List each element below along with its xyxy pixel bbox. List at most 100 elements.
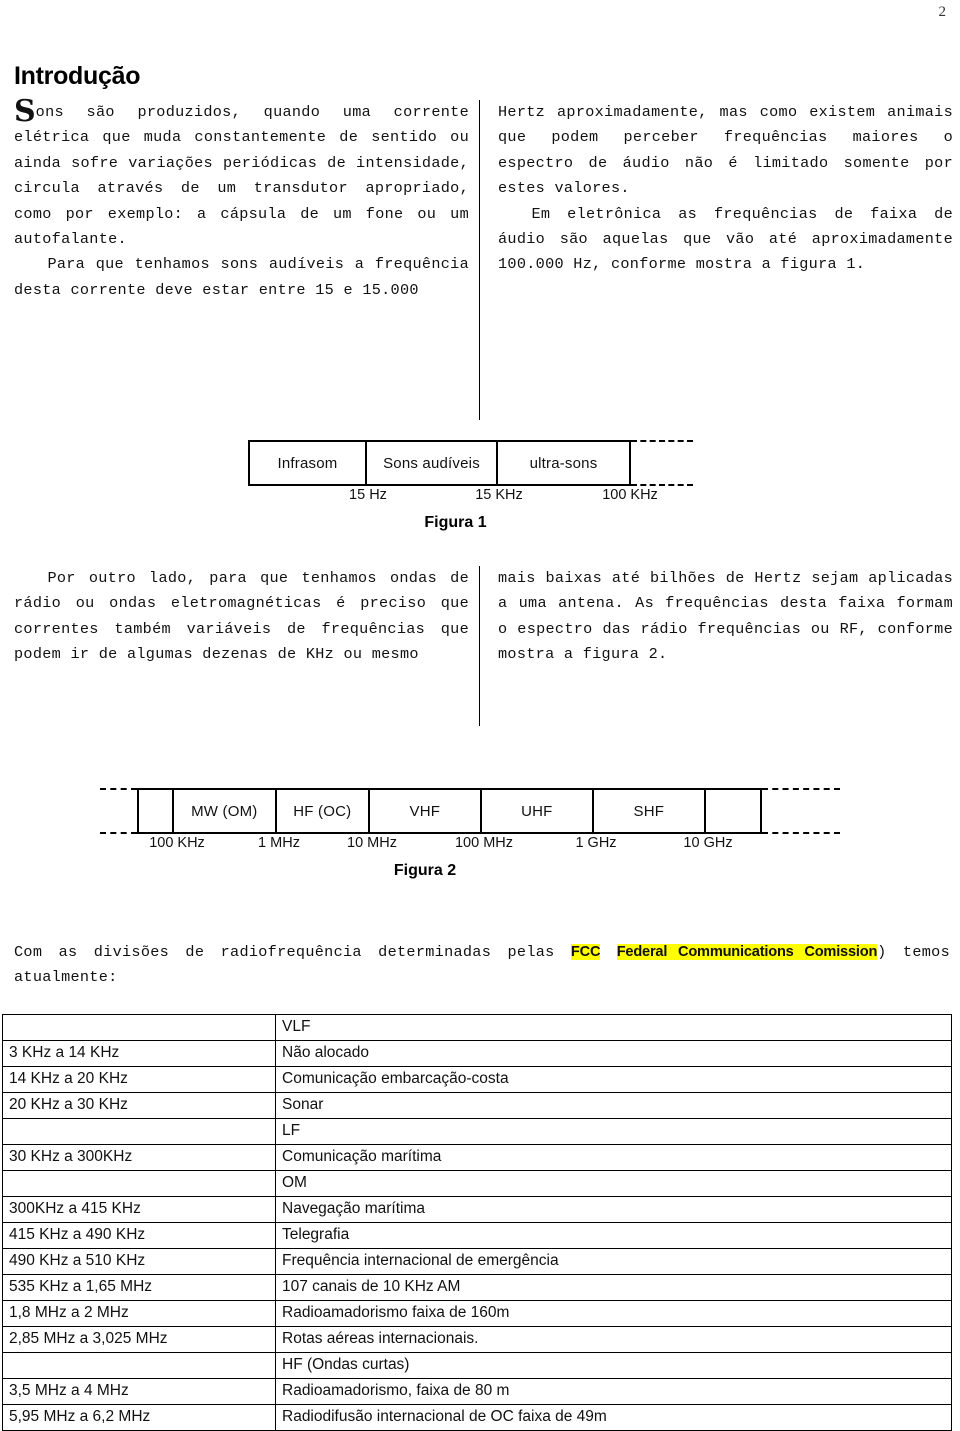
radio-paragraph-1: Por outro lado, para que tenhamos ondas … (14, 569, 469, 664)
table-cell-use: Frequência internacional de emergência (275, 1248, 952, 1275)
figure-2-tick-10ghz: 10 GHz (683, 835, 733, 851)
figure-2-band-mw: MW (OM) (174, 790, 277, 832)
table-cell-use: LF (275, 1118, 952, 1145)
radio-left-column: Por outro lado, para que tenhamos ondas … (14, 566, 479, 726)
table-cell-range: 1,8 MHz a 2 MHz (2, 1300, 276, 1327)
table-cell-range (2, 1170, 276, 1197)
figure-2-tick-100khz: 100 KHz (149, 835, 205, 851)
page-title: Introdução (14, 62, 141, 90)
fcc-highlight-fullname: Federal Communications Comission (616, 944, 878, 960)
table-cell-use: Comunicação embarcação-costa (275, 1066, 952, 1093)
table-row: 5,95 MHz a 6,2 MHz Radiodifusão internaci… (2, 1404, 952, 1431)
table-cell-use: VLF (275, 1014, 952, 1041)
table-row: LF (2, 1118, 952, 1145)
figure-1-band-sons-audiveis: Sons audíveis (367, 442, 498, 484)
figure-1-band-infrasom: Infrasom (250, 442, 367, 484)
table-cell-range: 415 KHz a 490 KHz (2, 1222, 276, 1249)
figure-2-caption: Figura 2 (393, 862, 457, 879)
figure-2-open-start-dashes (100, 788, 137, 834)
figure-1-tick-15khz: 15 KHz (475, 487, 523, 503)
figure-1-spectrum-bar: Infrasom Sons audíveis ultra-sons (248, 440, 693, 486)
table-row: 2,85 MHz a 3,025 MHz Rotas aéreas interna… (2, 1326, 952, 1353)
table-cell-range: 5,95 MHz a 6,2 MHz (2, 1404, 276, 1431)
figure-2-band-shf: SHF (594, 790, 706, 832)
intro-left-column: Sons são produzidos, quando uma corrente… (14, 97, 479, 420)
intro-paragraph-1-text: ons são produzidos, quando uma corrente … (14, 103, 469, 249)
table-row: 490 KHz a 510 KHz Frequência internaciona… (2, 1248, 952, 1275)
figure-2-band-uhf: UHF (482, 790, 594, 832)
page-number: 2 (938, 4, 947, 20)
table-row: 3,5 MHz a 4 MHz Radioamadorismo, faixa de… (2, 1378, 952, 1405)
figure-1-open-end-dashes (631, 440, 693, 486)
intro-paragraph-3: Hertz aproximadamente, mas como existem … (498, 103, 953, 198)
figure-1-tick-labels: 15 Hz 15 KHz 100 KHz (248, 486, 693, 510)
figure-1-caption: Figura 1 (424, 514, 487, 531)
figure-2-tick-10mhz: 10 MHz (347, 835, 397, 851)
intro-text-block: Sons são produzidos, quando uma corrente… (14, 97, 954, 420)
intro-paragraph-4: Em eletrônica as frequências de faixa de… (498, 204, 953, 274)
table-cell-use: Radiodifusão internacional de OC faixa d… (275, 1404, 952, 1431)
table-cell-range: 3 KHz a 14 KHz (2, 1040, 276, 1067)
figure-2-band-hf: HF (OC) (277, 790, 370, 832)
table-row: 20 KHz a 30 KHz Sonar (2, 1092, 952, 1119)
fcc-paragraph: Com as divisões de radiofrequência deter… (14, 940, 950, 991)
table-row: OM (2, 1170, 952, 1197)
table-row: VLF (2, 1014, 952, 1041)
radio-paragraph-2: mais baixas até bilhões de Hertz sejam a… (498, 569, 953, 664)
intro-right-column: Hertz aproximadamente, mas como existem … (479, 100, 953, 420)
figure-2: MW (OM) HF (OC) VHF UHF SHF 100 KHz 1 MH… (100, 788, 840, 880)
table-cell-range: 490 KHz a 510 KHz (2, 1248, 276, 1275)
table-cell-use: Radioamadorismo, faixa de 80 m (275, 1378, 952, 1405)
radio-text-block: Por outro lado, para que tenhamos ondas … (14, 566, 954, 726)
figure-2-band-leading-gap (139, 790, 174, 832)
table-row: 1,8 MHz a 2 MHz Radioamadorismo faixa de … (2, 1300, 952, 1327)
table-cell-use: HF (Ondas curtas) (275, 1352, 952, 1379)
table-row: 3 KHz a 14 KHz Não alocado (2, 1040, 952, 1067)
table-cell-use: Sonar (275, 1092, 952, 1119)
figure-2-tick-1mhz: 1 MHz (258, 835, 300, 851)
figure-2-band-box: MW (OM) HF (OC) VHF UHF SHF (136, 788, 763, 834)
table-cell-range: 300KHz a 415 KHz (2, 1196, 276, 1223)
table-cell-range (2, 1118, 276, 1145)
fcc-highlight-acronym: FCC (570, 944, 601, 960)
figure-2-band-trailing-gap (706, 790, 759, 832)
table-cell-use: Comunicação marítima (275, 1144, 952, 1171)
intro-paragraph-2: Para que tenhamos sons audíveis a frequê… (14, 255, 469, 299)
figure-2-tick-100mhz: 100 MHz (454, 835, 514, 851)
table-cell-use: Navegação marítima (275, 1196, 952, 1223)
fcc-lead-text: Com as divisões de radiofrequência deter… (14, 943, 571, 961)
table-cell-range: 14 KHz a 20 KHz (2, 1066, 276, 1093)
table-row: 535 KHz a 1,65 MHz 107 canais de 10 KHz A… (2, 1274, 952, 1301)
figure-2-open-end-dashes (762, 788, 840, 834)
figure-1-band-ultra-sons: ultra-sons (529, 454, 598, 472)
frequency-allocation-table: VLF 3 KHz a 14 KHz Não alocado 14 KHz a 20 … (2, 1014, 952, 1431)
table-row: 14 KHz a 20 KHz Comunicação embarcação-co… (2, 1066, 952, 1093)
table-cell-range: 30 KHz a 300KHz (2, 1144, 276, 1171)
frequency-table-body: VLF 3 KHz a 14 KHz Não alocado 14 KHz a 20 … (2, 1014, 952, 1431)
table-cell-use: Não alocado (275, 1040, 952, 1067)
figure-1-tick-15hz: 15 Hz (349, 487, 387, 503)
drop-cap: S (14, 94, 36, 129)
table-row: 415 KHz a 490 KHz Telegrafia (2, 1222, 952, 1249)
figure-2-spectrum-bar: MW (OM) HF (OC) VHF UHF SHF (100, 788, 840, 834)
figure-2-band-vhf: VHF (370, 790, 482, 832)
table-cell-use: Rotas aéreas internacionais. (275, 1326, 952, 1353)
table-cell-range: 2,85 MHz a 3,025 MHz (2, 1326, 276, 1353)
table-cell-use: OM (275, 1170, 952, 1197)
table-row: HF (Ondas curtas) (2, 1352, 952, 1379)
table-cell-use: 107 canais de 10 KHz AM (275, 1274, 952, 1301)
table-cell-range (2, 1014, 276, 1041)
table-cell-range: 535 KHz a 1,65 MHz (2, 1274, 276, 1301)
figure-1: Infrasom Sons audíveis ultra-sons 15 Hz … (248, 440, 693, 532)
table-row: 300KHz a 415 KHz Navegação marítima (2, 1196, 952, 1223)
figure-1-band-box: Infrasom Sons audíveis ultra-sons (248, 440, 631, 486)
table-cell-range: 3,5 MHz a 4 MHz (2, 1378, 276, 1405)
table-cell-use: Radioamadorismo faixa de 160m (275, 1300, 952, 1327)
table-cell-use: Telegrafia (275, 1222, 952, 1249)
table-cell-range (2, 1352, 276, 1379)
intro-paragraph-1: Sons são produzidos, quando uma corrente… (14, 97, 469, 252)
figure-1-tick-100khz: 100 KHz (602, 487, 658, 503)
table-cell-range: 20 KHz a 30 KHz (2, 1092, 276, 1119)
radio-right-column: mais baixas até bilhões de Hertz sejam a… (479, 566, 953, 726)
figure-2-tick-1ghz: 1 GHz (575, 835, 617, 851)
